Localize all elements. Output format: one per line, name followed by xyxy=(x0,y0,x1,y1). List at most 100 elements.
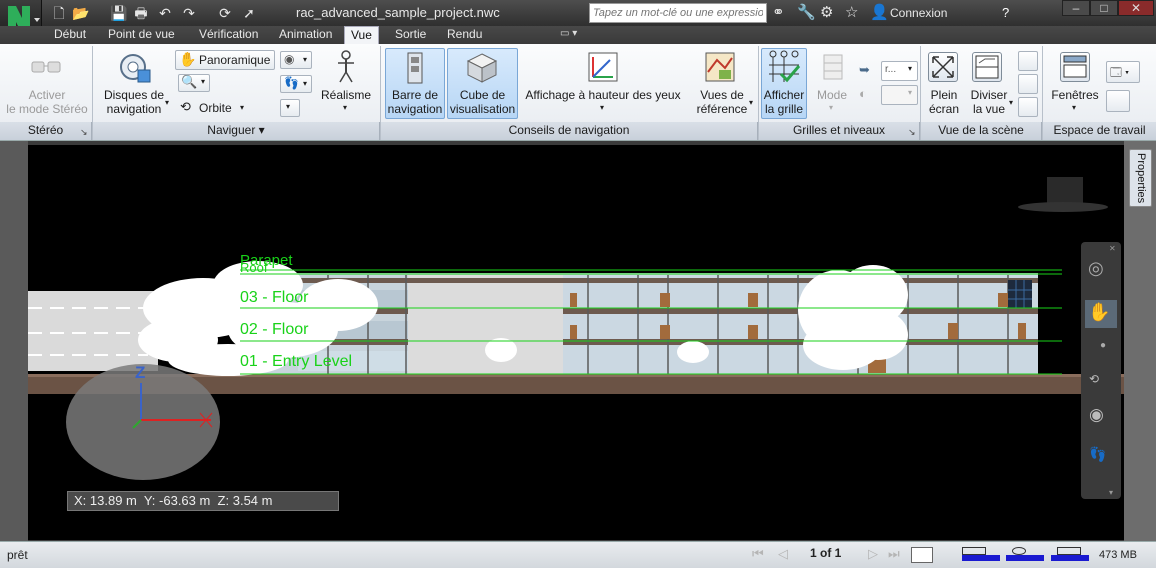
chevron-down-icon[interactable]: ▾ xyxy=(1009,98,1013,107)
grid-level-value: r... xyxy=(885,64,897,75)
eye-icon[interactable]: ◉ xyxy=(1089,405,1104,425)
reference-views-label-2[interactable]: référence xyxy=(692,102,752,116)
hand-icon: ✋ xyxy=(179,51,197,67)
zoom-icon[interactable]: ● xyxy=(1100,340,1106,351)
save-workspace-icon[interactable] xyxy=(1106,90,1130,112)
search-input[interactable] xyxy=(589,3,767,23)
user-icon[interactable]: 👤 xyxy=(870,4,889,22)
tab-animation[interactable]: Animation xyxy=(273,26,338,44)
next-page-icon[interactable]: ▷ xyxy=(868,546,878,562)
chevron-down-icon[interactable]: ▾ xyxy=(749,98,753,107)
reference-views-label-1[interactable]: Vues de xyxy=(692,88,752,102)
chevron-down-icon[interactable]: ▾ xyxy=(303,55,307,64)
chevron-down-icon[interactable]: ▾ xyxy=(1109,488,1113,497)
windows-label[interactable]: Fenêtres xyxy=(1046,88,1104,102)
tab-verification[interactable]: Vérification xyxy=(193,26,264,44)
navbar-label-1: Barre de xyxy=(391,88,439,102)
first-page-icon[interactable]: ⏮ xyxy=(752,546,764,562)
chevron-down-icon[interactable]: ▾ xyxy=(600,103,604,112)
panel-launcher-icon[interactable]: ↘ xyxy=(80,127,88,138)
select-icon[interactable]: ➚ xyxy=(240,4,258,22)
footsteps-icon: 👣 xyxy=(284,76,299,90)
viewcube-label-1: Cube de xyxy=(459,88,506,102)
tab-point-de-vue[interactable]: Point de vue xyxy=(102,26,181,44)
print-icon[interactable]: 🖶 xyxy=(132,4,150,22)
axis-z-label: Z xyxy=(135,363,146,382)
minimize-button[interactable]: – xyxy=(1062,0,1090,16)
chevron-down-icon[interactable]: ▾ xyxy=(165,98,169,107)
panel-title-scene: Vue de la scène xyxy=(921,122,1042,140)
chevron-down-icon: ▾ xyxy=(908,64,913,73)
sheet-browser-icon[interactable] xyxy=(911,547,933,563)
binoculars-icon[interactable]: ⚭ xyxy=(772,4,785,22)
last-page-icon[interactable]: ⏭ xyxy=(888,546,900,562)
wrench-icon[interactable]: 🔧 xyxy=(797,4,816,22)
panel-title-conseils: Conseils de navigation xyxy=(381,122,758,140)
chevron-down-icon[interactable]: ▾ xyxy=(829,103,833,112)
undo-icon[interactable]: ↶ xyxy=(156,4,174,22)
footsteps-icon[interactable]: 👣 xyxy=(1089,446,1106,463)
close-button[interactable]: ✕ xyxy=(1118,0,1154,16)
stereo-glasses-icon xyxy=(31,61,61,73)
settings-icon[interactable]: ⚙ xyxy=(820,4,833,22)
stereo-button-label-1[interactable]: Activer xyxy=(2,88,92,102)
panel-title-grilles: Grilles et niveaux xyxy=(759,122,920,140)
grid-color-dropdown[interactable] xyxy=(881,85,918,105)
chevron-down-icon[interactable]: ▾ xyxy=(240,103,244,112)
new-file-icon[interactable]: 🗋 xyxy=(50,4,68,22)
split-view-label-2[interactable]: la vue xyxy=(964,102,1014,116)
chevron-down-icon[interactable]: ▾ xyxy=(303,79,307,88)
save-icon[interactable]: 💾 xyxy=(110,4,128,22)
panel-title-stereo: Stéréo xyxy=(0,122,92,140)
fullscreen-icon xyxy=(928,52,958,82)
eye-level-label[interactable]: Affichage à hauteur des yeux xyxy=(524,88,682,102)
stereo-button-label-2[interactable]: le mode Stéréo xyxy=(2,102,92,116)
properties-tab[interactable]: Properties xyxy=(1129,149,1152,207)
3d-viewport[interactable] xyxy=(28,145,1124,540)
disques-label-1[interactable]: Disques de xyxy=(100,88,168,102)
show-grid-label-2: la grille xyxy=(764,102,803,116)
restore-view-icon[interactable] xyxy=(1018,97,1038,117)
login-link[interactable]: Connexion xyxy=(890,6,947,20)
ribbon-options-icon[interactable]: ▭ ▾ xyxy=(560,28,584,42)
network-progress-icon xyxy=(1051,547,1089,563)
tile-windows-icon[interactable] xyxy=(1018,51,1038,71)
steering-wheel-icon[interactable]: ◎ xyxy=(1088,258,1104,279)
fullscreen-label-1[interactable]: Plein xyxy=(924,88,964,102)
chevron-down-icon[interactable]: ▾ xyxy=(1072,103,1076,112)
refresh-icon[interactable]: ⟳ xyxy=(216,4,234,22)
hand-icon[interactable]: ✋ xyxy=(1088,302,1110,323)
eye-level-axes-icon xyxy=(588,52,618,82)
previous-page-icon[interactable]: ◁ xyxy=(778,546,788,562)
panel-launcher-icon[interactable]: ↘ xyxy=(908,127,916,138)
steering-wheel-icon xyxy=(120,54,151,83)
panel-title-naviguer: Naviguer ▾ xyxy=(93,122,380,140)
maximize-view-icon[interactable] xyxy=(1018,74,1038,94)
tab-debut[interactable]: Début xyxy=(48,26,92,44)
mode-label[interactable]: Mode xyxy=(812,88,852,102)
document-title: rac_advanced_sample_project.nwc xyxy=(296,5,500,20)
maximize-button[interactable]: □ xyxy=(1090,0,1118,16)
orbit-icon[interactable]: ⟲ xyxy=(1089,372,1099,386)
tab-vue[interactable]: Vue xyxy=(344,26,379,44)
realism-label[interactable]: Réalisme xyxy=(318,88,374,102)
help-icon[interactable]: ? xyxy=(1002,4,1009,22)
show-grid-label-1: Afficher xyxy=(763,88,805,102)
chevron-down-icon[interactable]: ▾ xyxy=(201,77,205,86)
level-label-02-floor: 02 - Floor xyxy=(240,321,309,338)
open-file-icon[interactable]: 📂 xyxy=(72,4,90,22)
split-view-label-1[interactable]: Diviser xyxy=(964,88,1014,102)
orbit-label[interactable]: Orbite xyxy=(199,101,232,115)
grid-color-icon: ◐ xyxy=(859,86,867,101)
star-icon[interactable]: ☆ xyxy=(845,4,858,22)
tab-sortie[interactable]: Sortie xyxy=(389,26,432,44)
fullscreen-label-2[interactable]: écran xyxy=(924,102,964,116)
disques-label-2[interactable]: navigation xyxy=(100,102,168,116)
grid-mode-icon xyxy=(823,54,843,80)
tab-rendu[interactable]: Rendu xyxy=(441,26,488,44)
split-view-icon xyxy=(972,52,1002,82)
redo-icon[interactable]: ↷ xyxy=(180,4,198,22)
close-icon[interactable]: ✕ xyxy=(1109,244,1116,253)
panel-title-espace: Espace de travail xyxy=(1043,122,1156,140)
chevron-down-icon[interactable]: ▾ xyxy=(343,103,347,112)
